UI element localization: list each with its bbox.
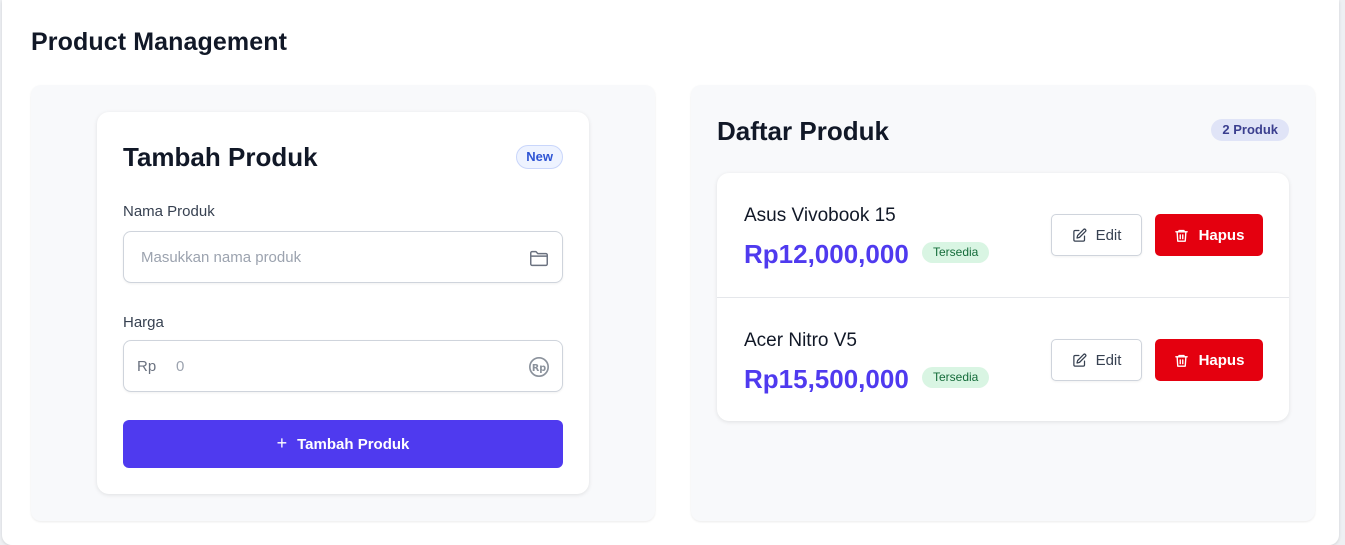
add-product-card: Tambah Produk New Nama Produk Masukkan n… [97, 112, 589, 494]
trash-icon [1174, 228, 1189, 243]
edit-button-label: Edit [1095, 226, 1122, 244]
edit-button[interactable]: Edit [1051, 339, 1142, 381]
plus-icon: + [276, 432, 288, 453]
price-placeholder: 0 [176, 358, 185, 375]
add-product-button[interactable]: + Tambah Produk [123, 420, 563, 468]
product-name: Asus Vivobook 15 [744, 205, 896, 226]
price-label: Harga [123, 314, 164, 331]
app-frame: Product Management Tambah Produk New Nam… [2, 0, 1339, 545]
delete-button-label: Hapus [1198, 351, 1245, 369]
rupiah-icon: Rp [528, 356, 550, 378]
product-name: Acer Nitro V5 [744, 330, 857, 351]
form-title: Tambah Produk [123, 142, 318, 172]
edit-icon [1072, 353, 1087, 368]
product-row: Asus Vivobook 15 Rp12,000,000 Tersedia E… [717, 173, 1289, 297]
new-badge: New [516, 145, 563, 169]
delete-button-label: Hapus [1198, 226, 1245, 244]
product-name-input[interactable]: Masukkan nama produk [123, 231, 563, 283]
add-product-button-label: Tambah Produk [297, 435, 410, 453]
delete-button[interactable]: Hapus [1155, 214, 1263, 256]
product-price: Rp12,000,000 [744, 239, 909, 269]
product-count-badge: 2 Produk [1211, 119, 1289, 141]
edit-button[interactable]: Edit [1051, 214, 1142, 256]
folder-icon [528, 247, 550, 269]
product-name-placeholder: Masukkan nama produk [141, 249, 302, 266]
product-list-title: Daftar Produk [717, 116, 889, 146]
product-list-panel: Daftar Produk 2 Produk Asus Vivobook 15 … [691, 85, 1315, 521]
status-badge: Tersedia [922, 242, 990, 263]
product-name-label: Nama Produk [123, 203, 215, 220]
product-row: Acer Nitro V5 Rp15,500,000 Tersedia Edit [717, 297, 1289, 421]
page-title: Product Management [31, 28, 287, 56]
edit-icon [1072, 228, 1087, 243]
add-product-panel: Tambah Produk New Nama Produk Masukkan n… [31, 85, 655, 521]
svg-text:Rp: Rp [532, 363, 546, 374]
price-prefix: Rp [137, 358, 157, 375]
trash-icon [1174, 353, 1189, 368]
product-list: Asus Vivobook 15 Rp12,000,000 Tersedia E… [717, 173, 1289, 421]
product-price: Rp15,500,000 [744, 364, 909, 394]
delete-button[interactable]: Hapus [1155, 339, 1263, 381]
edit-button-label: Edit [1095, 351, 1122, 369]
status-badge: Tersedia [922, 367, 990, 388]
price-input[interactable]: Rp 0 Rp [123, 340, 563, 392]
